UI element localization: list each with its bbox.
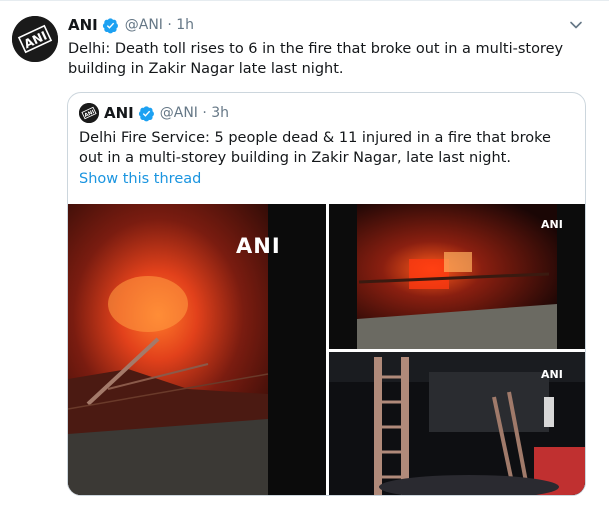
author-handle-time[interactable]: @ANI · 1h: [125, 17, 194, 33]
verified-badge-icon: [102, 17, 119, 34]
verified-badge-icon: [138, 105, 155, 122]
chevron-down-icon[interactable]: [567, 16, 585, 34]
ani-watermark: ANI: [541, 218, 563, 231]
author-name[interactable]: ANI: [68, 16, 98, 34]
ani-logo: ANI: [12, 16, 58, 62]
fire-photo-1[interactable]: ANI: [68, 204, 326, 495]
ani-watermark: ANI: [236, 234, 281, 258]
ani-watermark: ANI: [541, 368, 563, 381]
fire-photo-2[interactable]: ANI: [329, 204, 585, 349]
ani-avatar[interactable]: ANI: [12, 16, 58, 62]
tweet[interactable]: ANI ANI @ANI · 1h Delhi: Death toll rise…: [0, 0, 609, 505]
quoted-tweet[interactable]: ANI ANI @ANI · 3h Delhi Fire Service: 5 …: [67, 92, 586, 496]
media-grid: ANI ANI ANI: [68, 204, 585, 495]
quoted-ani-avatar: ANI: [79, 103, 99, 123]
quoted-author-handle-time: @ANI · 3h: [159, 105, 230, 121]
quoted-tweet-text: Delhi Fire Service: 5 people dead & 11 i…: [79, 130, 551, 166]
show-thread-link[interactable]: Show this thread: [79, 171, 201, 187]
quoted-author-name: ANI: [104, 104, 134, 122]
quoted-tweet-header: ANI ANI @ANI · 3h: [79, 103, 229, 123]
ani-logo: ANI: [79, 103, 99, 123]
fire-photo-3[interactable]: ANI: [329, 352, 585, 495]
tweet-header: ANI @ANI · 1h: [68, 15, 194, 35]
tweet-text: Delhi: Death toll rises to 6 in the fire…: [68, 41, 564, 77]
